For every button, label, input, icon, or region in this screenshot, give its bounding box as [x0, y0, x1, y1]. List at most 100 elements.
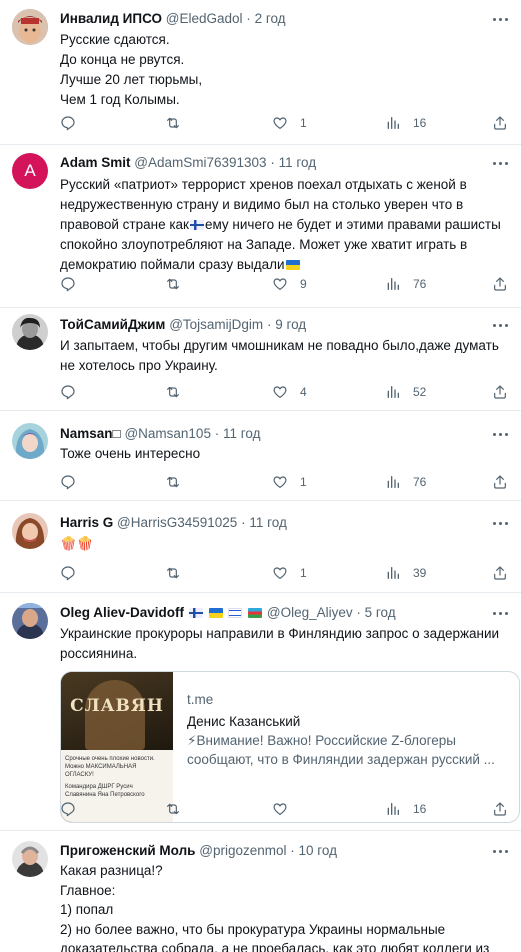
- more-icon[interactable]: [491, 424, 511, 444]
- tweet[interactable]: Oleg Aliev-Davidoff @Oleg_Aliyev · 5 год…: [0, 593, 521, 831]
- views-button[interactable]: 76: [385, 472, 426, 492]
- timestamp[interactable]: 11 год: [223, 426, 260, 441]
- reply-icon: [61, 802, 75, 817]
- more-icon[interactable]: [491, 603, 511, 623]
- timestamp[interactable]: 10 год: [299, 843, 337, 858]
- finland-flag-icon: [188, 608, 203, 618]
- like-button[interactable]: 1: [272, 113, 307, 133]
- avatar-image: [12, 841, 48, 877]
- author-name[interactable]: Инвалид ИПСО: [60, 11, 162, 26]
- tweet[interactable]: Harris G @HarrisG34591025 · 11 год 🍿🍿 1 …: [0, 501, 521, 593]
- views-button[interactable]: 76: [385, 274, 426, 294]
- retweet-button[interactable]: [165, 799, 181, 819]
- views-button[interactable]: 39: [385, 563, 426, 583]
- reply-button[interactable]: [60, 563, 76, 583]
- tweet-header: Oleg Aliev-Davidoff @Oleg_Aliyev · 5 год: [60, 603, 396, 623]
- separator: ·: [270, 155, 275, 170]
- more-icon[interactable]: [491, 9, 511, 29]
- separator: ·: [246, 11, 251, 26]
- views-icon: [387, 476, 399, 488]
- reply-button[interactable]: [60, 382, 76, 402]
- tweet-header: Harris G @HarrisG34591025 · 11 год: [60, 513, 287, 533]
- tweet-text: И запытаем, чтобы другим чмошникам не по…: [60, 338, 499, 373]
- author-handle[interactable]: @AdamSmi76391303: [134, 155, 266, 170]
- more-icon[interactable]: [491, 841, 511, 861]
- tweet[interactable]: Пригоженский Моль @prigozenmol · 10 год …: [0, 831, 521, 952]
- like-button[interactable]: 1: [272, 563, 307, 583]
- author-handle[interactable]: @TojsamijDgim: [169, 317, 263, 332]
- name-emoji-box: □: [112, 426, 121, 441]
- timestamp[interactable]: 11 год: [279, 155, 316, 170]
- share-button[interactable]: [492, 113, 508, 133]
- like-button[interactable]: 4: [272, 382, 307, 402]
- reply-button[interactable]: [60, 472, 76, 492]
- more-icon[interactable]: [491, 513, 511, 533]
- avatar[interactable]: [12, 603, 48, 639]
- israel-flag-icon: [228, 608, 243, 618]
- share-button[interactable]: [492, 382, 508, 402]
- timestamp[interactable]: 5 год: [365, 605, 396, 620]
- retweet-button[interactable]: [165, 382, 181, 402]
- separator: ·: [290, 843, 295, 858]
- share-button[interactable]: [492, 472, 508, 492]
- avatar[interactable]: [12, 423, 48, 459]
- like-count: 4: [300, 385, 307, 399]
- timestamp[interactable]: 2 год: [255, 11, 286, 26]
- more-icon[interactable]: [491, 153, 511, 173]
- retweet-button[interactable]: [165, 113, 181, 133]
- tweet[interactable]: Инвалид ИПСО @EledGadol · 2 год Русские …: [0, 0, 521, 145]
- share-icon: [494, 277, 506, 291]
- separator: ·: [266, 317, 272, 332]
- author-handle[interactable]: @Namsan105: [124, 426, 211, 441]
- views-button[interactable]: 52: [385, 382, 426, 402]
- thumbnail-caption: ОГЛАСКУ!: [65, 772, 94, 778]
- timestamp[interactable]: 11 год: [249, 515, 286, 530]
- tweet[interactable]: Namsan□ @Namsan105 · 11 год Тоже очень и…: [0, 411, 521, 501]
- avatar[interactable]: [12, 314, 48, 350]
- timestamp[interactable]: 9 год: [275, 317, 306, 332]
- share-button[interactable]: [492, 799, 508, 819]
- retweet-button[interactable]: [165, 274, 181, 294]
- avatar[interactable]: [12, 9, 48, 45]
- author-name[interactable]: Harris G: [60, 515, 113, 530]
- retweet-button[interactable]: [165, 563, 181, 583]
- reply-button[interactable]: [60, 274, 76, 294]
- tweet-actions: 9 76: [60, 274, 510, 294]
- share-button[interactable]: [492, 274, 508, 294]
- thumbnail-caption: Командира ДШРГ Русич: [65, 784, 133, 790]
- retweet-icon: [167, 476, 179, 488]
- tweet[interactable]: ТойСамийДжим @TojsamijDgim · 9 год И зап…: [0, 308, 521, 411]
- avatar-image: [12, 423, 48, 459]
- tweet-header: Пригоженский Моль @prigozenmol · 10 год: [60, 841, 337, 861]
- like-button[interactable]: 9: [272, 274, 307, 294]
- separator: ·: [356, 605, 361, 620]
- tweet[interactable]: A Adam Smit @AdamSmi76391303 · 11 год Ру…: [0, 145, 521, 308]
- author-name[interactable]: Namsan: [60, 426, 113, 441]
- views-button[interactable]: 16: [385, 113, 426, 133]
- avatar[interactable]: A: [12, 153, 48, 189]
- reply-button[interactable]: [60, 799, 76, 819]
- retweet-icon: [167, 386, 179, 398]
- avatar[interactable]: [12, 841, 48, 877]
- share-button[interactable]: [492, 563, 508, 583]
- author-handle[interactable]: @Oleg_Aliyev: [267, 605, 353, 620]
- like-button[interactable]: [272, 799, 288, 819]
- views-button[interactable]: 16: [385, 799, 426, 819]
- author-name[interactable]: Oleg Aliev-Davidoff: [60, 605, 184, 620]
- author-name[interactable]: ТойСамийДжим: [60, 317, 165, 332]
- author-handle[interactable]: @EledGadol: [166, 11, 243, 26]
- heart-icon: [273, 117, 287, 130]
- author-name[interactable]: Пригоженский Моль: [60, 843, 195, 858]
- tweet-text: Какая разница!? Главное: 1) попал 2) но …: [60, 863, 490, 952]
- reply-button[interactable]: [60, 113, 76, 133]
- like-count: 1: [300, 116, 307, 130]
- like-button[interactable]: 1: [272, 472, 307, 492]
- reply-icon: [61, 566, 75, 581]
- avatar-letter: A: [24, 161, 36, 180]
- author-name[interactable]: Adam Smit: [60, 155, 131, 170]
- more-icon[interactable]: [491, 315, 511, 335]
- author-handle[interactable]: @prigozenmol: [199, 843, 286, 858]
- retweet-button[interactable]: [165, 472, 181, 492]
- author-handle[interactable]: @HarrisG34591025: [117, 515, 237, 530]
- avatar[interactable]: [12, 513, 48, 549]
